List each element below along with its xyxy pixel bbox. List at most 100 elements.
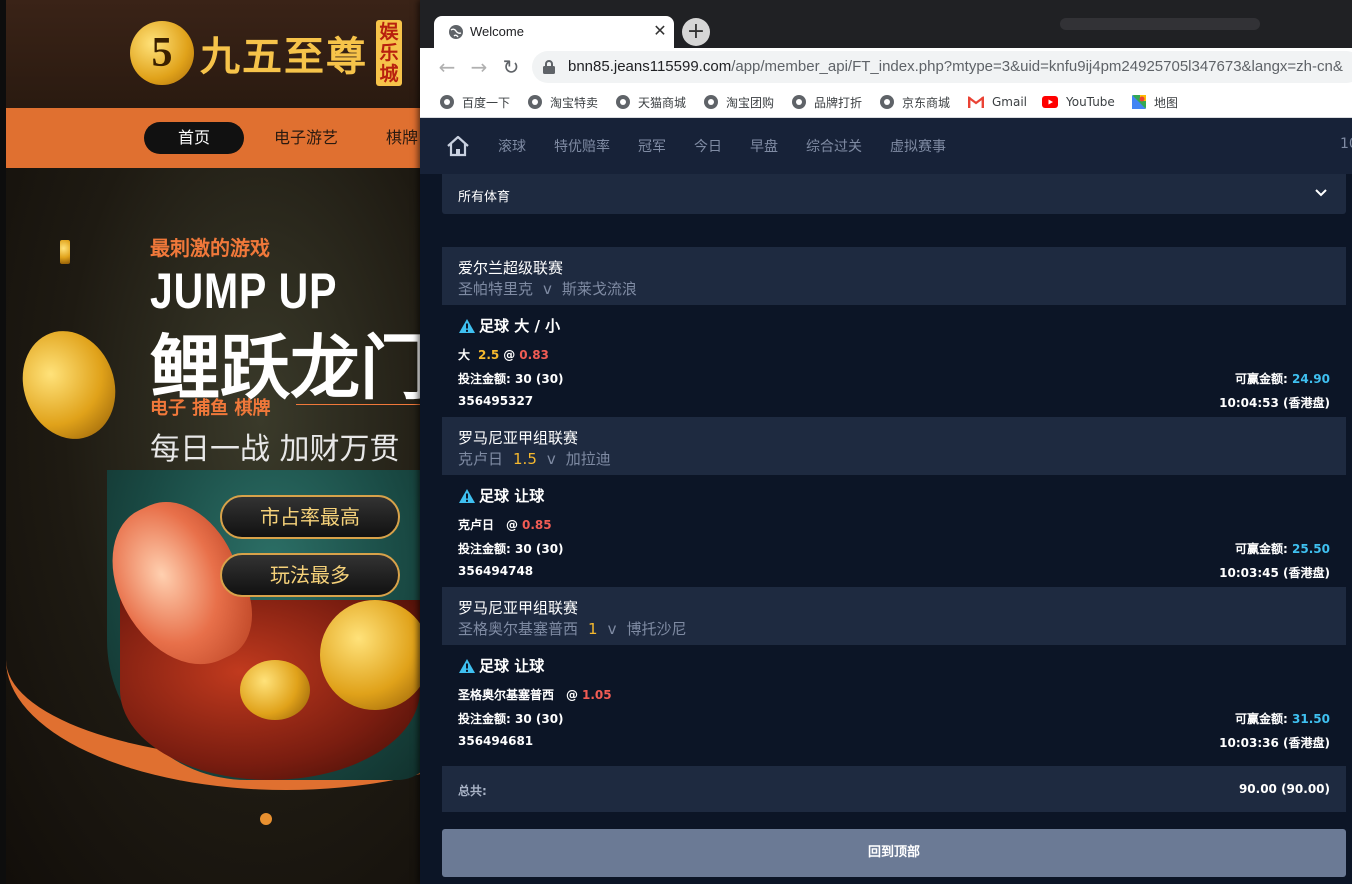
bookmark-youtube[interactable]: YouTube [1042,92,1115,112]
bet-type-label: 足球 大 / 小 [479,317,561,335]
away-team: 加拉迪 [565,450,611,468]
bg-nav-home[interactable]: 首页 [144,122,244,154]
nav-early[interactable]: 早盘 [750,136,778,156]
odds-value: 0.83 [519,348,549,362]
bookmark-taobao-sale[interactable]: 淘宝特卖 [528,92,598,112]
home-team: 圣格奥尔基塞普西 [458,620,579,638]
vs-label: v [607,620,617,638]
globe-icon [449,25,463,39]
bookmark-label: 品牌打折 [814,95,863,110]
close-icon[interactable]: ✕ [650,20,670,42]
nav-outright[interactable]: 冠军 [638,136,666,156]
bookmark-brand-discount[interactable]: 品牌打折 [792,92,862,112]
bookmark-label: 百度一下 [462,95,511,110]
bookmark-label: 淘宝特卖 [550,95,599,110]
league-name: 罗马尼亚甲组联赛 [458,599,579,617]
bookmark-taobao-group[interactable]: 淘宝团购 [704,92,774,112]
bg-subline: 电子 捕鱼 棋牌 [150,398,271,419]
stake-row: 投注金额: 30 (30) [458,540,564,557]
bookmark-label: 淘宝团购 [726,95,775,110]
warning-icon [459,318,475,333]
bg-logo[interactable]: 5 九五至尊 娱乐城 [130,20,402,86]
bg-nav-slots[interactable]: 电子游艺 [274,122,338,154]
bookmark-tmall[interactable]: 天猫商城 [616,92,686,112]
pick-label: 圣格奥尔基塞普西 [458,688,555,702]
away-team: 斯莱戈流浪 [561,280,637,298]
bookmark-jd[interactable]: 京东商城 [880,92,950,112]
gmail-icon [968,96,984,108]
stake-value: 30 (30) [515,712,564,726]
pick-label: 大 [458,348,471,362]
bg-divider [296,404,426,405]
away-team: 博托沙尼 [626,620,687,638]
vs-label: v [543,280,552,298]
handicap-value: 1 [588,620,598,638]
back-arrow-icon[interactable]: ← [436,56,458,78]
bg-carousel-dot[interactable] [260,813,272,825]
nav-inplay[interactable]: 滚球 [498,136,526,156]
warning-icon [459,488,475,503]
bookmarks-bar: 百度一下 淘宝特卖 天猫商城 淘宝团购 品牌打折 京东商城 Gmail YouT… [420,86,1352,118]
globe-icon [616,95,630,109]
league-name: 爱尔兰超级联赛 [458,259,564,277]
nav-parlay[interactable]: 综合过关 [806,136,862,156]
sport-filter-dropdown[interactable]: 所有体育 [442,174,1346,214]
pick-line: 2.5 [478,348,500,362]
match-header: 爱尔兰超级联赛 圣帕特里克 v 斯莱戈流浪 [442,247,1346,305]
bg-left-edge [0,0,6,884]
bg-nav-cards[interactable]: 棋牌 [386,122,418,154]
stake-row: 投注金额: 30 (30) [458,370,564,387]
bg-coin-image [320,600,430,710]
win-label: 可赢金额: [1235,372,1288,386]
home-icon[interactable] [446,134,470,158]
win-amount: 24.90 [1292,372,1330,386]
stake-row: 投注金额: 30 (30) [458,710,564,727]
bg-pill-most-games[interactable]: 玩法最多 [220,553,400,597]
match-header: 罗马尼亚甲组联赛 圣格奥尔基塞普西 1 v 博托沙尼 [442,587,1346,645]
match-teams: 圣格奥尔基塞普西 1 v 博托沙尼 [458,618,696,639]
league-name: 罗马尼亚甲组联赛 [458,429,579,447]
browser-toolbar: ← → ↻ bnn85.jeans115599.com/app/member_a… [420,48,1352,86]
tab-strip: Welcome ✕ + [420,0,1352,48]
win-row: 可赢金额: 31.50 [1235,710,1330,727]
total-value: 90.00 (90.00) [1238,782,1330,796]
blurred-window-title [1060,18,1260,30]
win-label: 可赢金额: [1235,542,1288,556]
bet-type: 足球 让球 [458,485,544,506]
total-label: 总共: [458,784,487,798]
bg-coin-image [240,660,310,720]
bg-pill-market-share[interactable]: 市占率最高 [220,495,400,539]
lock-icon[interactable] [542,59,556,75]
bookmark-maps[interactable]: 地图 [1132,92,1178,112]
win-row: 可赢金额: 25.50 [1235,540,1330,557]
nav-best-odds[interactable]: 特优赔率 [554,136,610,156]
new-tab-button[interactable]: + [682,18,710,46]
reload-icon[interactable]: ↻ [500,56,522,78]
globe-icon [440,95,454,109]
win-amount: 31.50 [1292,712,1330,726]
bookmark-label: 天猫商城 [638,95,687,110]
bet-type-label: 足球 让球 [479,487,545,505]
bet-id: 356494748 [458,564,534,578]
bookmark-baidu[interactable]: 百度一下 [440,92,510,112]
address-bar[interactable]: bnn85.jeans115599.com/app/member_api/FT_… [532,51,1352,83]
odds-value: 0.85 [522,518,552,532]
globe-icon [528,95,542,109]
bet-id: 356495327 [458,394,534,408]
tab-welcome[interactable]: Welcome ✕ [434,16,674,48]
bg-logo-emblem: 5 [130,21,194,85]
bet-pick: 克卢日 @0.85 [458,516,552,533]
back-to-top-button[interactable]: 回到顶部 [442,829,1346,877]
odds-value: 1.05 [582,688,612,702]
nav-today[interactable]: 今日 [694,136,722,156]
chevron-down-icon [1315,189,1327,197]
nav-virtual[interactable]: 虚拟赛事 [890,136,946,156]
background-casino-site: 5 九五至尊 娱乐城 首页 电子游艺 棋牌 最刺激的游戏 JUMP UP 鲤跃龙… [0,0,430,884]
bg-daily-text: 每日一战 加财万贯 [150,432,400,467]
total-bar: 总共: 90.00 (90.00) [442,766,1346,812]
bookmark-gmail[interactable]: Gmail [968,92,1027,112]
stake-label: 投注金额: [458,712,511,726]
nav-overflow-count[interactable]: 10 [1340,136,1352,152]
site-nav: 滚球 特优赔率 冠军 今日 早盘 综合过关 虚拟赛事 10 [420,118,1352,174]
forward-arrow-icon[interactable]: → [468,56,490,78]
